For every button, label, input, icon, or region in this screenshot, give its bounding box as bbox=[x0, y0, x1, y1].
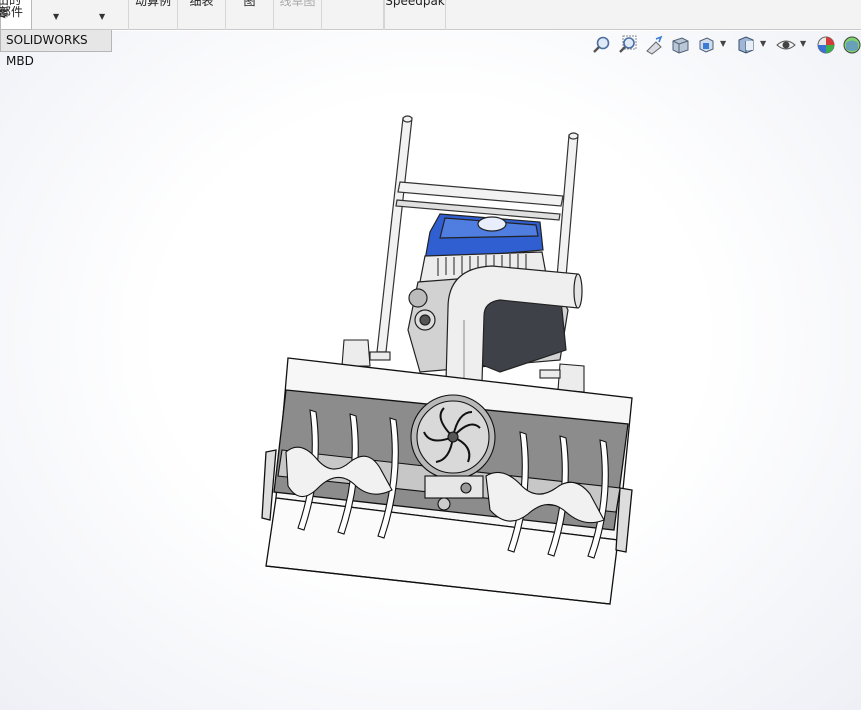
snow-thrower-3d-model[interactable] bbox=[0, 0, 861, 710]
